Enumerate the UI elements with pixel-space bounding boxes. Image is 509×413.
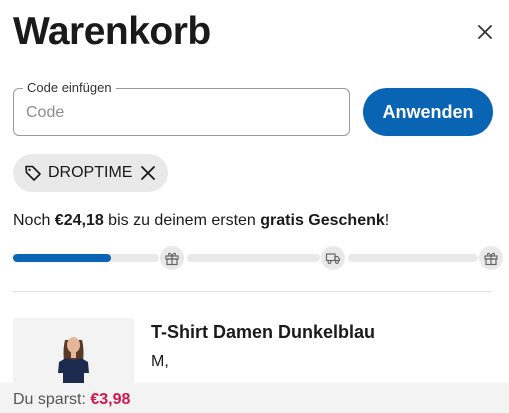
section-divider xyxy=(13,291,491,292)
gift-progress-middle: bis zu deinem ersten xyxy=(103,212,261,229)
delivery-truck-icon xyxy=(325,253,341,264)
gift-progress-message: Noch €24,18 bis zu deinem ersten gratis … xyxy=(13,212,389,230)
product-name[interactable]: T-Shirt Damen Dunkelblau xyxy=(151,322,375,343)
tag-icon xyxy=(25,165,41,181)
progress-track-segment xyxy=(187,254,320,262)
milestone-gift-1 xyxy=(160,246,184,270)
savings-bar: Du sparst: €3,98 xyxy=(0,383,509,413)
progress-fill xyxy=(13,254,111,262)
gift-icon xyxy=(165,252,179,266)
milestone-free-shipping xyxy=(321,246,345,270)
code-input[interactable] xyxy=(26,101,336,125)
gift-progress-amount: €24,18 xyxy=(54,212,104,229)
coupon-form: Code einfügen Anwenden xyxy=(13,80,493,136)
gift-progress-suffix: ! xyxy=(384,212,390,229)
close-icon xyxy=(141,166,156,180)
apply-button[interactable]: Anwenden xyxy=(363,88,493,136)
savings-amount: €3,98 xyxy=(90,391,131,408)
close-icon xyxy=(478,25,492,39)
savings-label: Du sparst: xyxy=(13,391,86,408)
applied-code-text: DROPTIME xyxy=(48,164,133,181)
remove-code-button[interactable] xyxy=(140,165,156,181)
gift-icon xyxy=(484,252,498,266)
code-field: Code einfügen xyxy=(13,80,350,136)
progress-track-segment xyxy=(348,254,478,262)
code-field-label: Code einfügen xyxy=(23,80,116,96)
cart-header: Warenkorb xyxy=(13,6,497,58)
product-variant: M, xyxy=(151,353,169,370)
close-button[interactable] xyxy=(473,20,497,44)
gift-progress-prefix: Noch xyxy=(13,212,55,229)
cart-item: T-Shirt Damen Dunkelblau M, xyxy=(13,318,497,408)
gift-progress-bar xyxy=(13,246,503,270)
applied-code-chip: DROPTIME xyxy=(13,154,169,192)
gift-progress-goal: gratis Geschenk xyxy=(260,212,385,229)
savings-text: Du sparst: €3,98 xyxy=(13,391,130,409)
cart-title: Warenkorb xyxy=(13,10,211,53)
milestone-gift-2 xyxy=(479,246,503,270)
